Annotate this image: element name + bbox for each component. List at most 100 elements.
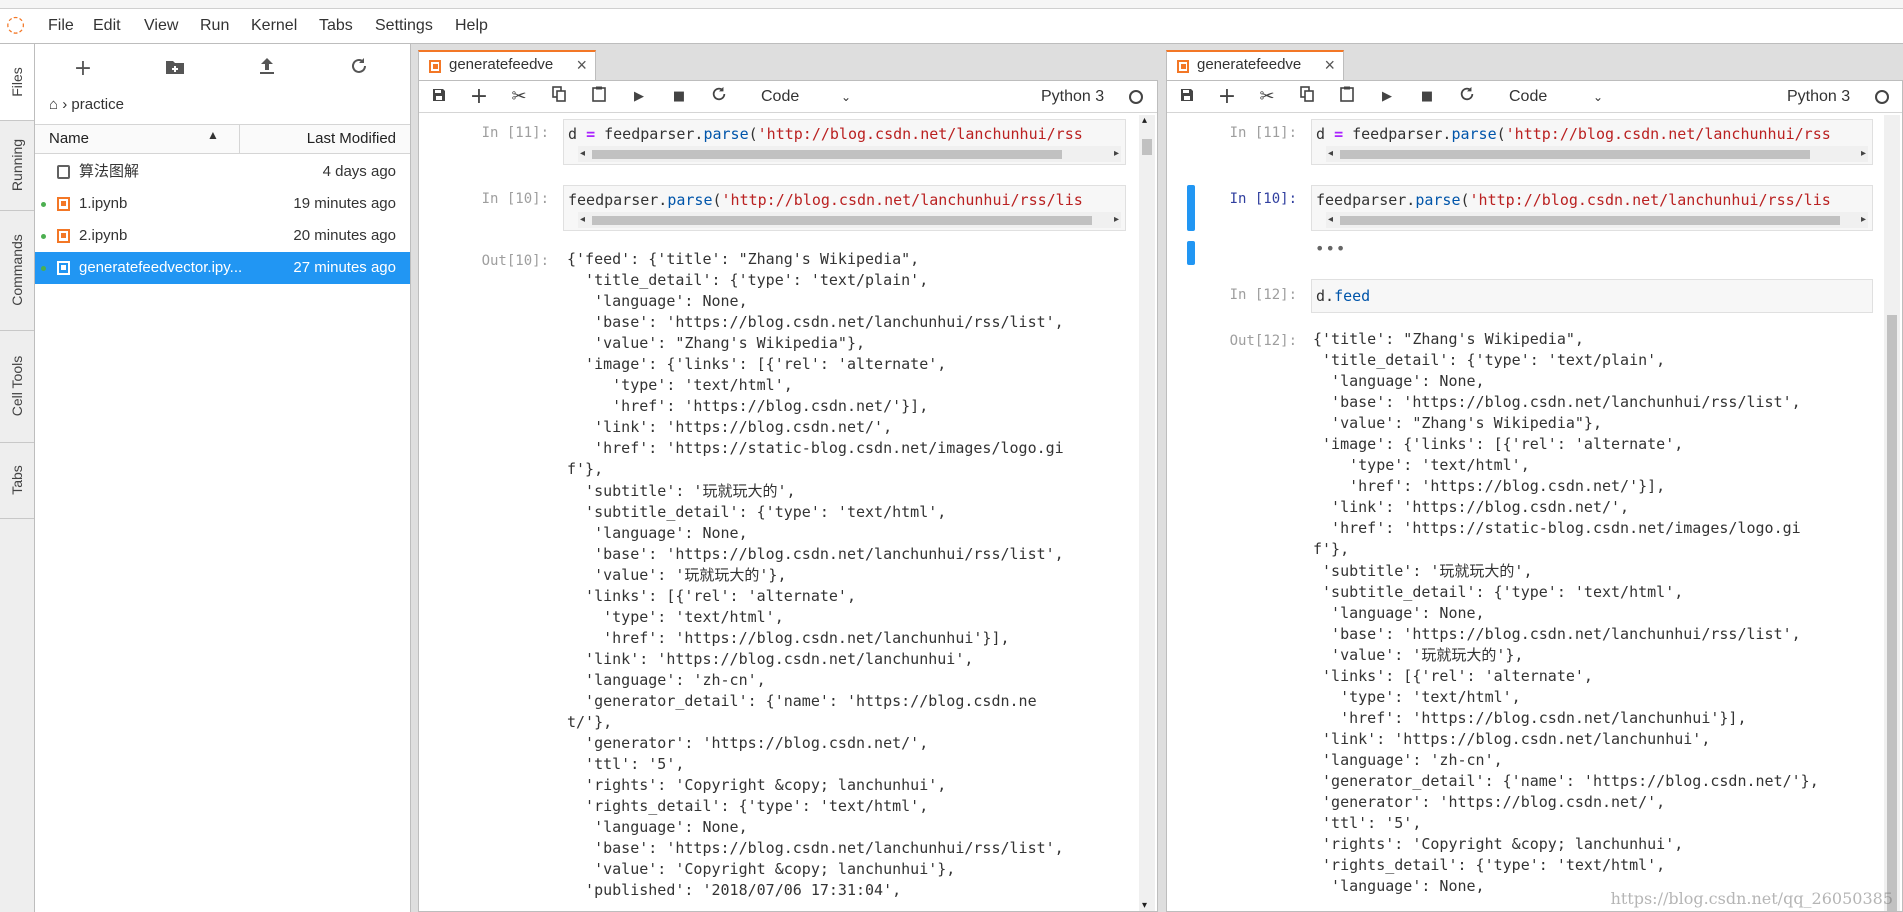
- scrollbar-thumb[interactable]: [592, 150, 1062, 159]
- input-prompt: In [11]:: [1229, 125, 1297, 141]
- input-prompt: In [12]:: [1229, 287, 1297, 303]
- scroll-up-icon[interactable]: ▴: [1142, 115, 1147, 126]
- scroll-left-icon[interactable]: ◂: [580, 146, 585, 162]
- code-cell-input[interactable]: d = feedparser.parse('http://blog.csdn.n…: [1311, 119, 1873, 165]
- stop-icon[interactable]: ■: [667, 85, 691, 109]
- file-name: generatefeedvector.ipy...: [79, 259, 243, 276]
- scroll-right-icon[interactable]: ▸: [1114, 146, 1119, 162]
- insert-cell-icon[interactable]: +: [467, 85, 491, 109]
- scrollbar-thumb[interactable]: [592, 216, 1092, 225]
- scrollbar-thumb[interactable]: [1340, 216, 1840, 225]
- file-modified: 4 days ago: [322, 163, 396, 180]
- file-row-2-ipynb[interactable]: 2.ipynb 20 minutes ago: [35, 220, 410, 252]
- menu-view[interactable]: View: [144, 9, 178, 43]
- code-cell-input-active[interactable]: feedparser.parse('http://blog.csdn.net/l…: [1311, 185, 1873, 231]
- column-modified-header[interactable]: Last Modified: [307, 130, 396, 147]
- upload-icon: [260, 58, 274, 74]
- menu-file[interactable]: File: [48, 9, 74, 43]
- notebook-toolbar: + ✂ ▶ ■ Code ⌄ Python 3: [1167, 81, 1902, 113]
- scroll-right-icon[interactable]: ▸: [1861, 146, 1866, 162]
- chevron-down-icon: ⌄: [1593, 90, 1604, 104]
- kernel-name[interactable]: Python 3: [1041, 85, 1104, 109]
- menu-tabs[interactable]: Tabs: [319, 9, 353, 43]
- left-tab-commands[interactable]: Commands: [0, 210, 34, 331]
- cell-type-value: Code: [1509, 88, 1548, 105]
- collapsed-output-indicator[interactable]: [1187, 241, 1195, 265]
- input-prompt: In [11]:: [481, 125, 549, 141]
- close-tab-icon[interactable]: ×: [576, 52, 587, 78]
- copy-icon[interactable]: [547, 85, 571, 109]
- file-row-folder[interactable]: 算法图解 4 days ago: [35, 156, 410, 188]
- save-icon[interactable]: [1175, 85, 1199, 109]
- notebook-icon: [57, 197, 70, 211]
- column-name-header[interactable]: Name: [49, 130, 89, 147]
- code-cell-input[interactable]: d = feedparser.parse('http://blog.csdn.n…: [563, 119, 1126, 165]
- scroll-left-icon[interactable]: ◂: [1328, 146, 1333, 162]
- vertical-scrollbar[interactable]: ▴ ▾: [1139, 115, 1155, 911]
- run-icon[interactable]: ▶: [1375, 85, 1399, 109]
- left-tab-cell-tools[interactable]: Cell Tools: [0, 330, 34, 443]
- scroll-right-icon[interactable]: ▸: [1861, 212, 1866, 228]
- cell-output-text: {'title': "Zhang's Wikipedia", 'title_de…: [1313, 330, 1819, 896]
- paste-icon[interactable]: [1335, 85, 1359, 109]
- close-tab-icon[interactable]: ×: [1324, 52, 1335, 78]
- column-divider: [239, 125, 240, 153]
- horizontal-scrollbar[interactable]: ◂ ▸: [1326, 146, 1868, 162]
- run-icon[interactable]: ▶: [627, 85, 651, 109]
- breadcrumb-folder[interactable]: practice: [71, 96, 124, 113]
- scroll-down-icon[interactable]: ▾: [1142, 900, 1147, 911]
- kernel-name[interactable]: Python 3: [1787, 85, 1850, 109]
- code-cell-input[interactable]: d.feed: [1311, 279, 1873, 313]
- scrollbar-thumb[interactable]: [1340, 150, 1810, 159]
- folder-icon: [57, 165, 70, 179]
- cell-type-select[interactable]: Code ⌄: [761, 85, 851, 109]
- file-row-1-ipynb[interactable]: 1.ipynb 19 minutes ago: [35, 188, 410, 220]
- menu-edit[interactable]: Edit: [93, 9, 121, 43]
- new-folder-button[interactable]: [160, 54, 190, 84]
- vertical-scrollbar[interactable]: [1884, 115, 1900, 911]
- stop-icon[interactable]: ■: [1415, 85, 1439, 109]
- notebook-toolbar: + ✂ ▶ ■ Code ⌄ Python 3: [419, 81, 1157, 113]
- code-cell-input[interactable]: feedparser.parse('http://blog.csdn.net/l…: [563, 185, 1126, 231]
- notebook-tab-right[interactable]: generatefeedve ×: [1166, 50, 1344, 80]
- kernel-status-icon: [1875, 90, 1889, 104]
- cut-icon[interactable]: ✂: [507, 85, 531, 109]
- insert-cell-icon[interactable]: +: [1215, 85, 1239, 109]
- watermark-text: https://blog.csdn.net/qq_26050385: [1610, 889, 1893, 908]
- cut-icon[interactable]: ✂: [1255, 85, 1279, 109]
- paste-icon[interactable]: [587, 85, 611, 109]
- restart-icon[interactable]: [707, 85, 731, 109]
- collapsed-output-ellipsis[interactable]: •••: [1315, 239, 1346, 258]
- scrollbar-thumb[interactable]: [1887, 315, 1897, 911]
- scroll-right-icon[interactable]: ▸: [1114, 212, 1119, 228]
- scroll-left-icon[interactable]: ◂: [1328, 212, 1333, 228]
- horizontal-scrollbar[interactable]: ◂ ▸: [578, 212, 1121, 228]
- restart-icon[interactable]: [1455, 85, 1479, 109]
- file-row-generatefeedvector[interactable]: generatefeedvector.ipy... 27 minutes ago: [35, 252, 410, 284]
- horizontal-scrollbar[interactable]: ◂ ▸: [578, 146, 1121, 162]
- left-tab-files[interactable]: Files: [0, 44, 34, 121]
- notebook-icon: [57, 229, 70, 243]
- refresh-button[interactable]: [344, 54, 374, 84]
- notebook-panel-right: generatefeedve × + ✂ ▶ ■ Code ⌄ Python 3…: [1166, 44, 1903, 912]
- home-icon[interactable]: ⌂: [49, 96, 58, 113]
- file-list-header: Name ▲ Last Modified: [35, 124, 410, 154]
- chevron-down-icon: ⌄: [841, 90, 852, 104]
- horizontal-scrollbar[interactable]: ◂ ▸: [1326, 212, 1868, 228]
- menu-run[interactable]: Run: [200, 9, 229, 43]
- scroll-left-icon[interactable]: ◂: [580, 212, 585, 228]
- copy-icon[interactable]: [1295, 85, 1319, 109]
- cell-type-value: Code: [761, 88, 800, 105]
- new-launcher-button[interactable]: +: [68, 54, 98, 84]
- left-tab-tabs[interactable]: Tabs: [0, 442, 34, 519]
- notebook-content-right: + ✂ ▶ ■ Code ⌄ Python 3 In [11]: d = fee…: [1166, 80, 1903, 912]
- cell-type-select[interactable]: Code ⌄: [1509, 85, 1603, 109]
- save-icon[interactable]: [427, 85, 451, 109]
- scrollbar-thumb[interactable]: [1142, 139, 1152, 155]
- menu-settings[interactable]: Settings: [375, 9, 433, 43]
- menu-help[interactable]: Help: [455, 9, 488, 43]
- left-tab-running[interactable]: Running: [0, 120, 34, 211]
- menu-kernel[interactable]: Kernel: [251, 9, 297, 43]
- notebook-tab-left[interactable]: generatefeedve ×: [418, 50, 596, 80]
- upload-button[interactable]: [252, 54, 282, 84]
